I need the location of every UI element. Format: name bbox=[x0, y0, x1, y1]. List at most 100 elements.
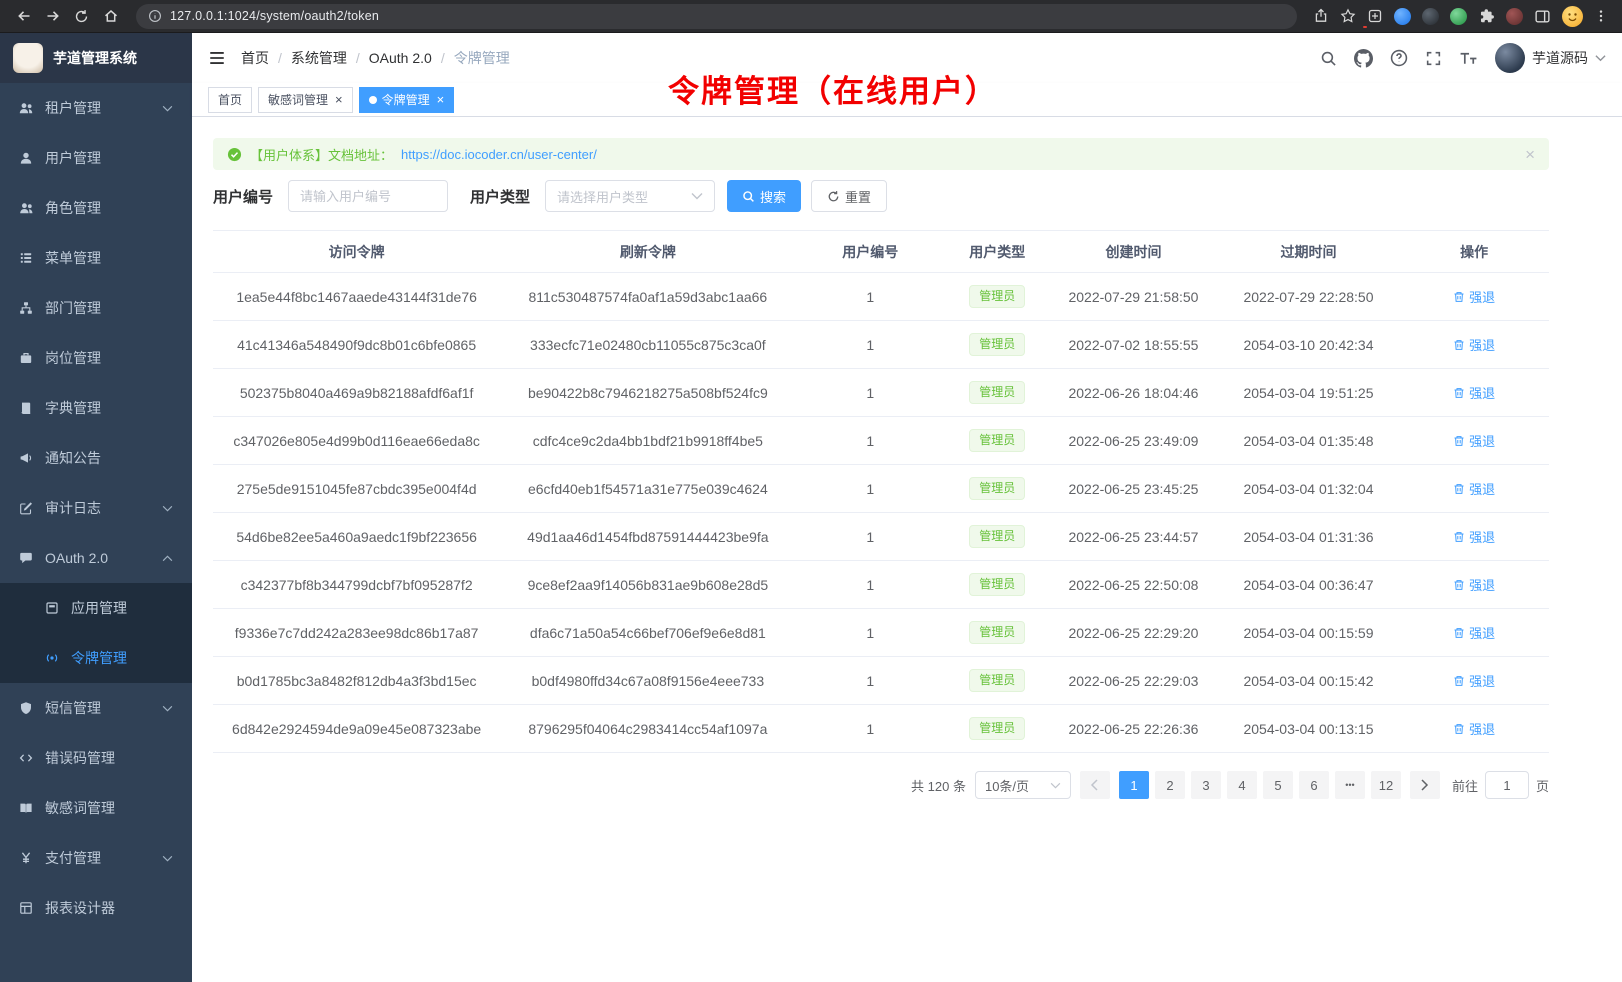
sidebar-item-dict[interactable]: 字典管理 bbox=[0, 383, 192, 433]
browser-reload-button[interactable] bbox=[68, 3, 95, 30]
force-logout-button[interactable]: 强退 bbox=[1453, 671, 1495, 690]
browser-forward-button[interactable] bbox=[39, 3, 66, 30]
goto-page-input[interactable] bbox=[1485, 771, 1529, 799]
delete-icon bbox=[1453, 579, 1465, 591]
active-tab-dot bbox=[369, 96, 377, 104]
fullscreen-icon[interactable] bbox=[1425, 50, 1442, 67]
page-button-2[interactable]: 2 bbox=[1155, 771, 1185, 799]
sidebar-item-error-code[interactable]: 错误码管理 bbox=[0, 733, 192, 783]
font-size-icon[interactable] bbox=[1459, 50, 1478, 67]
sidebar-item-oauth2-app[interactable]: 应用管理 bbox=[0, 583, 192, 633]
force-logout-button[interactable]: 强退 bbox=[1453, 575, 1495, 594]
search-icon[interactable] bbox=[1320, 50, 1337, 67]
role-users-icon bbox=[19, 201, 33, 215]
chevron-down-icon bbox=[162, 855, 173, 862]
user-name: 芋道源码 bbox=[1532, 48, 1588, 68]
tab-home[interactable]: 首页 bbox=[208, 87, 252, 113]
sidebar-item-tenant[interactable]: 租户管理 bbox=[0, 83, 192, 133]
reset-button[interactable]: 重置 bbox=[811, 180, 887, 212]
sidebar-item-oauth2[interactable]: OAuth 2.0 bbox=[0, 533, 192, 583]
breadcrumb-item[interactable]: 系统管理 bbox=[291, 48, 347, 68]
force-logout-button[interactable]: 强退 bbox=[1453, 719, 1495, 738]
table-row: 41c41346a548490f9dc8b01c6bfe0865333ecfc7… bbox=[213, 321, 1549, 369]
back-arrow-icon bbox=[16, 8, 32, 24]
browser-home-button[interactable] bbox=[97, 3, 124, 30]
extension-blue-icon[interactable] bbox=[1394, 8, 1411, 25]
next-page-button[interactable] bbox=[1410, 771, 1440, 799]
sidebar-item-label: 敏感词管理 bbox=[45, 798, 115, 818]
extension-dark-icon[interactable] bbox=[1422, 8, 1439, 25]
force-logout-button[interactable]: 强退 bbox=[1453, 287, 1495, 306]
share-icon[interactable] bbox=[1313, 8, 1329, 24]
pager-more-button[interactable]: ••• bbox=[1335, 771, 1365, 799]
page-size-select[interactable]: 10条/页 bbox=[975, 771, 1071, 799]
alert-doc-link[interactable]: https://doc.iocoder.cn/user-center/ bbox=[401, 147, 597, 162]
alert-close-icon[interactable]: × bbox=[1525, 146, 1535, 163]
chevron-down-icon bbox=[162, 505, 173, 512]
tab-sensitive-word[interactable]: 敏感词管理× bbox=[258, 87, 353, 113]
force-logout-button[interactable]: 强退 bbox=[1453, 479, 1495, 498]
column-header: 创建时间 bbox=[1049, 231, 1217, 273]
collapse-sidebar-icon[interactable] bbox=[208, 49, 226, 67]
user-menu[interactable]: 芋道源码 bbox=[1495, 43, 1606, 73]
extensions-puzzle-icon[interactable] bbox=[1478, 8, 1495, 25]
tab-close-icon[interactable]: × bbox=[437, 93, 445, 106]
user-type-select[interactable]: 请选择用户类型 bbox=[545, 180, 715, 212]
browser-profile-avatar[interactable] bbox=[1562, 6, 1583, 27]
force-logout-button[interactable]: 强退 bbox=[1453, 431, 1495, 450]
yen-icon bbox=[19, 851, 33, 865]
force-logout-label: 强退 bbox=[1469, 575, 1495, 594]
force-logout-button[interactable]: 强退 bbox=[1453, 335, 1495, 354]
extension-green-icon[interactable] bbox=[1450, 8, 1467, 25]
sidebar-item-pay[interactable]: 支付管理 bbox=[0, 833, 192, 883]
user-id-input[interactable] bbox=[288, 180, 448, 212]
force-logout-button[interactable]: 强退 bbox=[1453, 383, 1495, 402]
sidebar-item-menu[interactable]: 菜单管理 bbox=[0, 233, 192, 283]
page-button-3[interactable]: 3 bbox=[1191, 771, 1221, 799]
browser-back-button[interactable] bbox=[10, 3, 37, 30]
sidebar-item-oauth2-token[interactable]: 令牌管理 bbox=[0, 633, 192, 683]
column-header: 操作 bbox=[1399, 231, 1549, 273]
user-id-cell: 1 bbox=[795, 273, 945, 321]
force-logout-button[interactable]: 强退 bbox=[1453, 623, 1495, 642]
sidebar-item-role[interactable]: 角色管理 bbox=[0, 183, 192, 233]
browser-chrome: 127.0.0.1:1024/system/oauth2/token bbox=[0, 0, 1622, 33]
sidebar-item-sms[interactable]: 短信管理 bbox=[0, 683, 192, 733]
sidebar-item-sensitive-word[interactable]: 敏感词管理 bbox=[0, 783, 192, 833]
sidebar-item-report-designer[interactable]: 报表设计器 bbox=[0, 883, 192, 933]
topbar-actions: 芋道源码 bbox=[1320, 43, 1606, 73]
delete-icon bbox=[1453, 483, 1465, 495]
bookmark-star-icon[interactable] bbox=[1340, 8, 1356, 24]
goto-label: 前往 bbox=[1452, 776, 1478, 795]
sidebar-item-notice[interactable]: 通知公告 bbox=[0, 433, 192, 483]
page-button-6[interactable]: 6 bbox=[1299, 771, 1329, 799]
page-button-1[interactable]: 1 bbox=[1119, 771, 1149, 799]
page-button-4[interactable]: 4 bbox=[1227, 771, 1257, 799]
user-id-cell: 1 bbox=[795, 369, 945, 417]
github-icon[interactable] bbox=[1354, 49, 1373, 68]
sidebar-item-label: OAuth 2.0 bbox=[45, 550, 108, 566]
tab-oauth2-token[interactable]: 令牌管理× bbox=[359, 87, 455, 113]
side-panel-icon[interactable] bbox=[1534, 8, 1551, 25]
sidebar-item-post[interactable]: 岗位管理 bbox=[0, 333, 192, 383]
prev-page-button[interactable] bbox=[1080, 771, 1110, 799]
extension-badged-icon[interactable] bbox=[1367, 8, 1383, 24]
sidebar-item-dept[interactable]: 部门管理 bbox=[0, 283, 192, 333]
app-logo[interactable]: 芋道管理系统 bbox=[0, 33, 192, 83]
browser-menu-icon[interactable] bbox=[1594, 9, 1608, 23]
breadcrumb-item[interactable]: OAuth 2.0 bbox=[369, 50, 432, 66]
tab-close-icon[interactable]: × bbox=[335, 93, 343, 106]
sidebar-item-audit-log[interactable]: 审计日志 bbox=[0, 483, 192, 533]
search-button[interactable]: 搜索 bbox=[727, 180, 801, 212]
page-button-5[interactable]: 5 bbox=[1263, 771, 1293, 799]
help-icon[interactable] bbox=[1390, 49, 1408, 67]
expire-time-cell: 2054-03-10 20:42:34 bbox=[1218, 321, 1400, 369]
address-bar[interactable]: 127.0.0.1:1024/system/oauth2/token bbox=[136, 4, 1297, 29]
sidebar-item-user[interactable]: 用户管理 bbox=[0, 133, 192, 183]
extension-maroon-icon[interactable] bbox=[1506, 8, 1523, 25]
force-logout-button[interactable]: 强退 bbox=[1453, 527, 1495, 546]
table-row: b0d1785bc3a8482f812db4a3f3bd15ecb0df4980… bbox=[213, 657, 1549, 705]
page-button-12[interactable]: 12 bbox=[1371, 771, 1401, 799]
tenant-users-icon bbox=[19, 101, 33, 115]
breadcrumb-item[interactable]: 首页 bbox=[241, 48, 269, 68]
